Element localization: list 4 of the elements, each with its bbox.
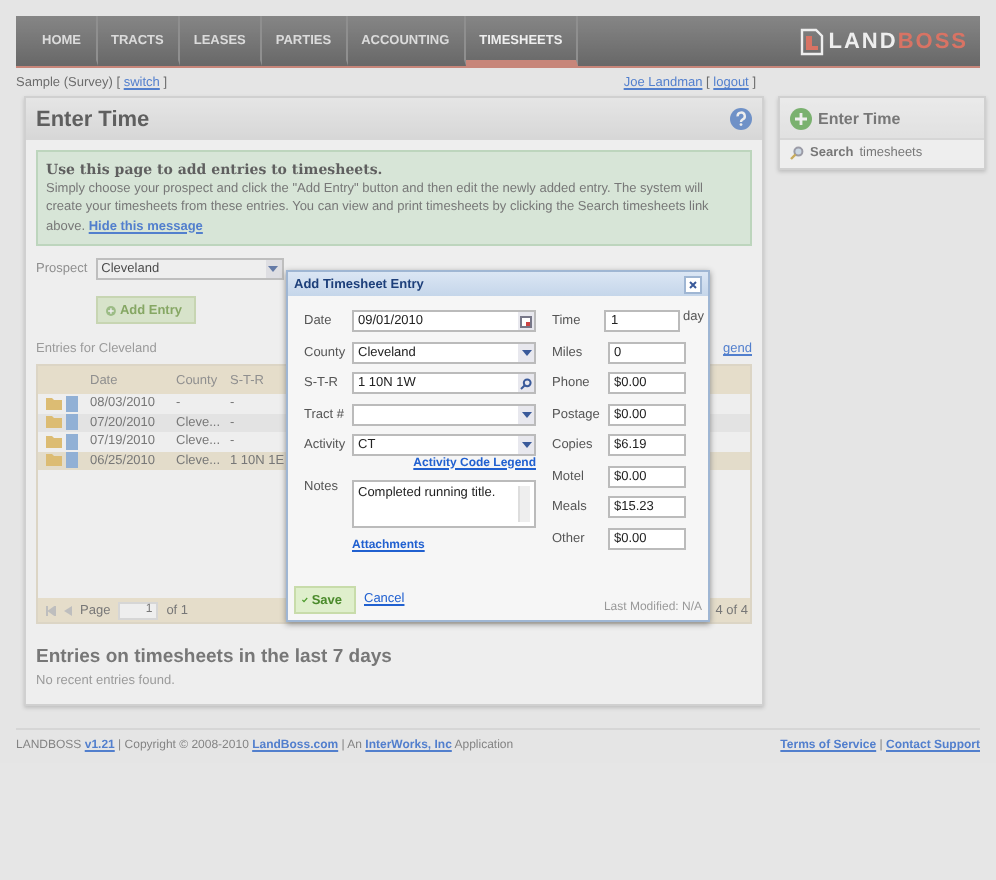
section-title: Entries on timesheets in the last 7 days	[36, 646, 394, 668]
panel-title: Enter Time	[36, 107, 150, 131]
logo-text: BOSS	[897, 29, 968, 53]
logo-text: LAND	[828, 29, 898, 53]
